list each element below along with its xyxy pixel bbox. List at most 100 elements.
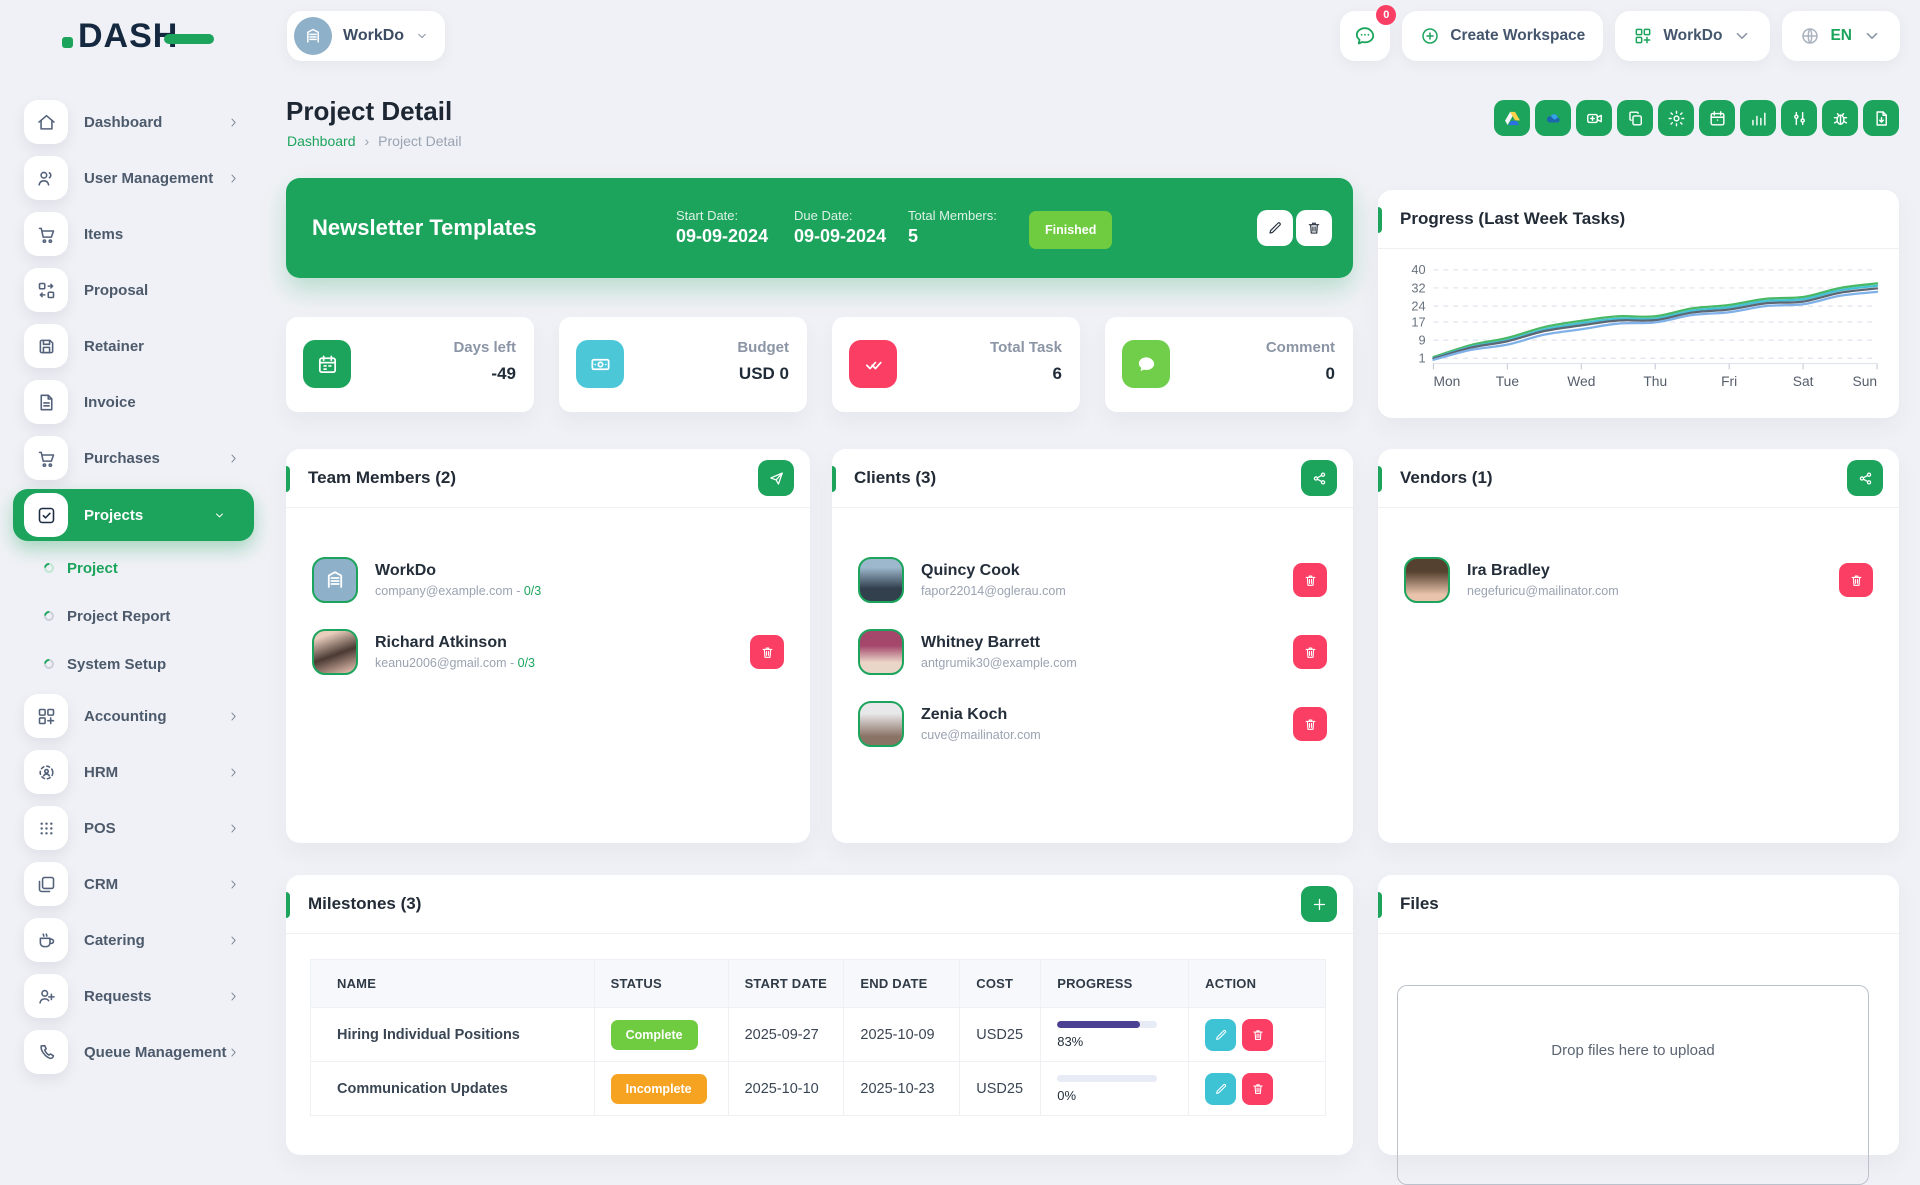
language-selector[interactable]: EN (1782, 11, 1900, 61)
double-check-icon (862, 353, 885, 376)
person-name: Zenia Koch (921, 706, 1041, 724)
svg-text:17: 17 (1411, 314, 1425, 329)
delete-project-button[interactable] (1296, 210, 1332, 246)
files-card: Files Drop files here to upload (1378, 875, 1899, 1155)
chevron-right-icon (227, 990, 240, 1003)
sidebar-subitem-label: Project (67, 560, 118, 577)
sliders-button[interactable] (1781, 100, 1817, 136)
file-dropzone[interactable]: Drop files here to upload (1397, 985, 1869, 1185)
clients-card: Clients (3) Quincy Cook fapor22014@ogler… (832, 449, 1353, 843)
svg-text:24: 24 (1411, 299, 1425, 314)
sidebar-item-projects[interactable]: Projects (13, 489, 254, 541)
workspace-name: WorkDo (343, 27, 404, 45)
dots-grid-icon (36, 818, 57, 839)
calendar-button[interactable] (1699, 100, 1735, 136)
chevron-right-icon (227, 172, 240, 185)
file-report-button[interactable] (1863, 100, 1899, 136)
sidebar-item-label: Proposal (84, 282, 148, 299)
gear-button[interactable] (1658, 100, 1694, 136)
sidebar-item-invoice[interactable]: Invoice (0, 374, 268, 430)
svg-text:Sat: Sat (1793, 374, 1814, 389)
sidebar-item-crm[interactable]: CRM (0, 856, 268, 912)
trash-icon (1303, 573, 1318, 588)
edit-milestone-button[interactable] (1205, 1073, 1236, 1105)
invite-member-button[interactable] (758, 460, 794, 496)
sidebar-item-label: Invoice (84, 394, 136, 411)
person-row: WorkDo company@example.com - 0/3 (286, 544, 810, 616)
vendors-card: Vendors (1) Ira Bradley negefuricu@maili… (1378, 449, 1899, 843)
quick-actions-toolbar (1494, 100, 1899, 136)
vendors-list: Ira Bradley negefuricu@mailinator.com (1378, 508, 1899, 616)
sidebar-item-retainer[interactable]: Retainer (0, 318, 268, 374)
sidebar-item-label: HRM (84, 764, 118, 781)
sidebar-item-pos[interactable]: POS (0, 800, 268, 856)
svg-text:Sun: Sun (1853, 374, 1878, 389)
person-row: Quincy Cook fapor22014@oglerau.com (832, 544, 1353, 616)
sidebar-item-proposal[interactable]: Proposal (0, 262, 268, 318)
status-badge: Finished (1029, 211, 1112, 249)
chevron-right-icon (227, 1046, 240, 1059)
create-workspace-button[interactable]: Create Workspace (1402, 11, 1603, 61)
sidebar-item-queue-management[interactable]: Queue Management (0, 1024, 268, 1080)
sidebar-nav: Dashboard User Management Items Proposal… (0, 94, 268, 1080)
sidebar-item-label: CRM (84, 876, 118, 893)
sidebar-item-items[interactable]: Items (0, 206, 268, 262)
video-plus-button[interactable] (1576, 100, 1612, 136)
milestone-progress: 0% (1041, 1062, 1189, 1116)
clients-list: Quincy Cook fapor22014@oglerau.com Whitn… (832, 508, 1353, 760)
sidebar-item-dashboard[interactable]: Dashboard (0, 94, 268, 150)
sidebar-item-hrm[interactable]: HRM (0, 744, 268, 800)
sidebar-item-accounting[interactable]: Accounting (0, 688, 268, 744)
onedrive-button[interactable] (1535, 100, 1571, 136)
sidebar-item-user-management[interactable]: User Management (0, 150, 268, 206)
delete-milestone-button[interactable] (1242, 1073, 1273, 1105)
delete-milestone-button[interactable] (1242, 1019, 1273, 1051)
copy-button[interactable] (1617, 100, 1653, 136)
sidebar-item-purchases[interactable]: Purchases (0, 430, 268, 486)
accent-bar (1378, 466, 1382, 492)
edit-project-button[interactable] (1257, 210, 1293, 246)
add-milestone-button[interactable] (1301, 886, 1337, 922)
stat-value: 0 (1326, 364, 1335, 384)
phone-icon (36, 1042, 57, 1063)
google-drive-button[interactable] (1494, 100, 1530, 136)
edit-milestone-button[interactable] (1205, 1019, 1236, 1051)
sidebar-item-label: Items (84, 226, 123, 243)
team-members-title: Team Members (2) (308, 468, 456, 488)
stat-value: USD 0 (739, 364, 789, 384)
bar-chart-button[interactable] (1740, 100, 1776, 136)
bug-button[interactable] (1822, 100, 1858, 136)
remove-person-button[interactable] (750, 635, 784, 669)
sidebar-subitem-label: Project Report (67, 608, 170, 625)
total-members-field: Total Members: 5 (908, 208, 997, 247)
stat-card-total-task: Total Task 6 (832, 317, 1080, 412)
remove-person-button[interactable] (1293, 563, 1327, 597)
share-clients-button[interactable] (1301, 460, 1337, 496)
chevron-down-icon (1732, 26, 1752, 46)
sidebar-subitem-project-report[interactable]: Project Report (0, 592, 268, 640)
messages-button[interactable]: 0 (1340, 11, 1390, 61)
workspace-switcher[interactable]: WorkDo (287, 11, 445, 61)
sidebar-item-catering[interactable]: Catering (0, 912, 268, 968)
remove-person-button[interactable] (1293, 635, 1327, 669)
remove-person-button[interactable] (1293, 707, 1327, 741)
stat-label: Total Task (990, 339, 1062, 356)
breadcrumb-dashboard-link[interactable]: Dashboard (287, 133, 356, 149)
chevron-right-icon (227, 710, 240, 723)
milestone-end-date: 2025-10-23 (844, 1062, 960, 1116)
column-header-end-date: END DATE (844, 960, 960, 1008)
sidebar-item-label: Requests (84, 988, 152, 1005)
avatar (858, 629, 904, 675)
share-vendors-button[interactable] (1847, 460, 1883, 496)
column-header-progress: PROGRESS (1041, 960, 1189, 1008)
sidebar-subitem-project[interactable]: Project (0, 544, 268, 592)
language-label: EN (1830, 27, 1852, 45)
sidebar-item-requests[interactable]: Requests (0, 968, 268, 1024)
person-name: Richard Atkinson (375, 634, 535, 652)
remove-person-button[interactable] (1839, 563, 1873, 597)
chevron-right-icon (227, 878, 240, 891)
workspace-dropdown[interactable]: WorkDo (1615, 11, 1770, 61)
accent-bar (286, 892, 290, 918)
sidebar-subitem-system-setup[interactable]: System Setup (0, 640, 268, 688)
sidebar-item-label: Purchases (84, 450, 160, 467)
